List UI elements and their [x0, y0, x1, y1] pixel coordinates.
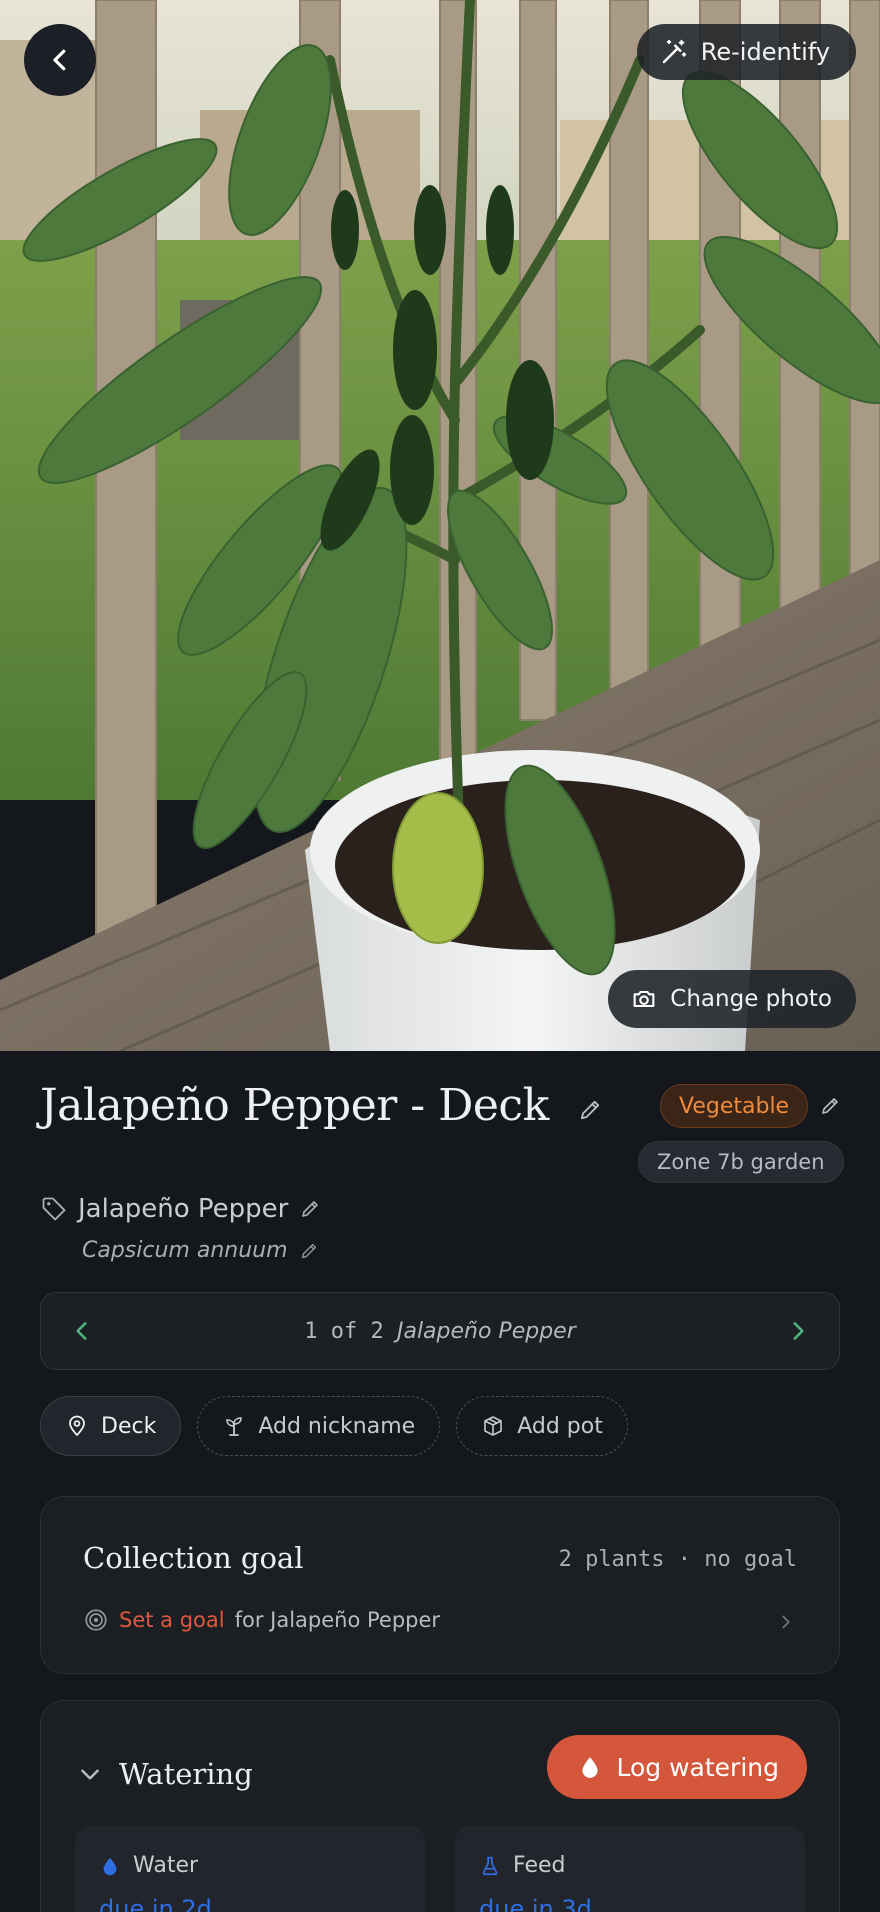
pager-position: 1 of 2	[304, 1318, 384, 1344]
goal-meta: 2 plants · no goal	[558, 1547, 797, 1572]
water-label: Water	[133, 1853, 199, 1878]
pager-plant-name: Jalapeño Pepper	[396, 1318, 576, 1344]
scientific-name: Capsicum annuum	[82, 1238, 288, 1263]
feed-label-row: Feed	[479, 1853, 566, 1878]
feed-due: due in 3d	[479, 1895, 592, 1912]
zone-badge[interactable]: Zone 7b garden	[638, 1141, 844, 1183]
change-photo-button[interactable]: Change photo	[608, 970, 856, 1028]
watering-card: Watering Log watering Water due in 2d Fe…	[40, 1700, 840, 1912]
reidentify-label: Re-identify	[700, 38, 830, 66]
goal-row: Set a goal for Jalapeño Pepper	[83, 1607, 440, 1633]
log-watering-label: Log watering	[616, 1752, 780, 1782]
location-label: Deck	[101, 1413, 157, 1439]
water-due: due in 2d	[99, 1895, 212, 1912]
chevron-left-icon	[53, 49, 66, 71]
edit-species-pencil-icon[interactable]	[298, 1197, 322, 1221]
plant-photo: Re-identify Change photo	[0, 0, 880, 1051]
location-pin-icon	[69, 1415, 85, 1437]
sprout-icon	[226, 1417, 243, 1436]
feed-schedule-card[interactable]: Feed due in 3d	[455, 1825, 805, 1912]
set-goal-link[interactable]: Set a goal	[119, 1608, 225, 1632]
chevron-down-icon	[81, 1769, 99, 1780]
goal-title: Collection goal	[83, 1541, 304, 1575]
add-pot-label: Add pot	[517, 1413, 603, 1439]
reidentify-button[interactable]: Re-identify	[636, 24, 856, 80]
next-plant-chevron-icon[interactable]	[785, 1318, 811, 1344]
target-icon	[85, 1609, 107, 1631]
edit-category-pencil-icon[interactable]	[818, 1094, 842, 1122]
back-button[interactable]	[24, 24, 96, 96]
water-drop-icon	[581, 1757, 598, 1778]
box-icon	[484, 1416, 502, 1436]
edit-title-pencil-icon[interactable]	[576, 1096, 604, 1128]
species-name: Jalapeño Pepper	[78, 1194, 289, 1224]
collection-goal-card[interactable]: Collection goal 2 plants · no goal Set a…	[40, 1496, 840, 1674]
water-drop-icon	[103, 1857, 117, 1875]
category-badge[interactable]: Vegetable	[660, 1084, 809, 1128]
add-nickname-label: Add nickname	[258, 1413, 416, 1439]
chevron-right-icon	[782, 1615, 790, 1629]
tag-icon	[42, 1197, 66, 1221]
add-nickname-chip[interactable]: Add nickname	[197, 1396, 441, 1456]
change-photo-label: Change photo	[670, 986, 832, 1012]
page-title: Jalapeño Pepper - Deck	[40, 1080, 549, 1131]
flask-icon	[482, 1856, 498, 1875]
pager-text: 1 of 2 Jalapeño Pepper	[304, 1319, 576, 1344]
camera-icon	[633, 990, 655, 1008]
scientific-row: Capsicum annuum	[82, 1238, 320, 1263]
species-row: Jalapeño Pepper	[40, 1194, 322, 1224]
edit-scientific-pencil-icon[interactable]	[298, 1240, 320, 1262]
attribute-chips: Deck Add nickname Add pot	[40, 1396, 628, 1456]
magic-wand-icon	[662, 39, 687, 64]
feed-label: Feed	[513, 1853, 566, 1878]
plant-photo-illustration	[0, 0, 880, 1051]
previous-plant-chevron-icon[interactable]	[69, 1318, 95, 1344]
goal-suffix: for Jalapeño Pepper	[234, 1608, 441, 1632]
plant-pager: 1 of 2 Jalapeño Pepper	[40, 1292, 840, 1370]
water-schedule-card[interactable]: Water due in 2d	[75, 1825, 425, 1912]
watering-title: Watering	[119, 1757, 253, 1791]
location-chip[interactable]: Deck	[40, 1396, 182, 1456]
add-pot-chip[interactable]: Add pot	[456, 1396, 628, 1456]
log-watering-button[interactable]: Log watering	[546, 1735, 807, 1799]
water-label-row: Water	[99, 1853, 198, 1878]
watering-header[interactable]: Watering	[77, 1757, 253, 1791]
